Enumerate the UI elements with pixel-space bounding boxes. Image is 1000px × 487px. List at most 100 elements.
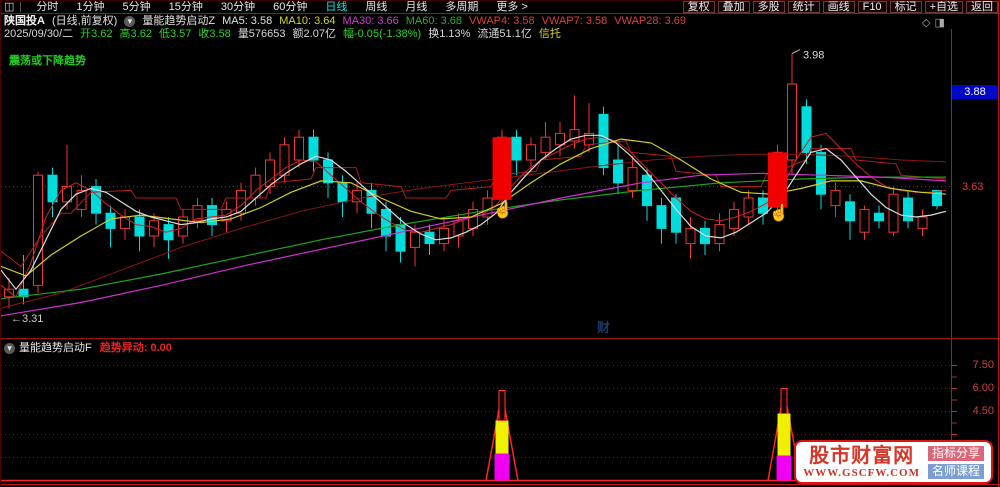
close-value: 收3.58: [198, 27, 231, 40]
low-value: 低3.57: [158, 27, 192, 40]
float-cap-value: 流通51.1亿: [477, 27, 532, 40]
candle-body: [816, 151, 826, 195]
panel2-axis-600: 6.00: [972, 382, 994, 394]
tab-multi-period[interactable]: 多周期: [445, 1, 478, 13]
add-watchlist-button[interactable]: +自选: [924, 1, 963, 13]
panel2-axis-750: 7.50: [972, 359, 994, 371]
candle-body: [671, 197, 681, 233]
site-watermark-card: 股市财富网 WWW.GSCFW.COM 指标分享 名师课程: [794, 440, 993, 484]
main-indicator-name[interactable]: 量能趋势启动Z: [142, 15, 215, 27]
candle-body: [787, 83, 797, 161]
overlay-button[interactable]: 叠加: [717, 1, 750, 13]
multi-stock-button[interactable]: 多股: [752, 1, 785, 13]
candle-body: [801, 106, 812, 153]
candle-body: [294, 136, 304, 161]
tab-monthly[interactable]: 月线: [405, 1, 427, 13]
vwap4-value: VWAP4: 3.58: [469, 14, 535, 27]
spike-bar-red: [498, 389, 506, 422]
buy-signal-block: [492, 137, 512, 200]
statistics-button[interactable]: 统计: [787, 1, 820, 13]
site-url: WWW.GSCFW.COM: [803, 467, 920, 479]
mini-icons: ◇◨: [922, 16, 949, 29]
tab-15min[interactable]: 15分钟: [169, 1, 203, 13]
half-square-icon[interactable]: ◨: [934, 17, 948, 29]
site-identity: 股市财富网 WWW.GSCFW.COM: [803, 445, 920, 479]
candle-body: [47, 174, 58, 203]
annotation-connector: [791, 49, 801, 55]
spike-bar-magenta: [776, 455, 792, 481]
candle-body: [4, 288, 14, 298]
candle-body: [859, 208, 870, 233]
hand-pointer-icon: ☝: [769, 205, 789, 222]
change-value: 幅-0.05(-1.38%): [342, 27, 422, 40]
candle-body: [511, 136, 522, 161]
tag-teacher-course: 名师课程: [927, 463, 984, 479]
candle-body: [598, 113, 609, 169]
trend-annotation: 震荡或下降趋势: [9, 55, 86, 67]
stock-title: 陕国投A: [4, 14, 45, 27]
candle-body: [540, 136, 551, 153]
right-toolbar: 复权 叠加 多股 统计 画线 F10 标记 +自选 返回: [680, 1, 998, 13]
open-value: 开3.62: [80, 27, 113, 40]
site-tags: 指标分享 名师课程: [927, 445, 984, 479]
indicator-collapse-icon[interactable]: ▾: [124, 15, 136, 27]
candlestick-chart: 3.98 ←3.31: [1, 49, 951, 325]
tag-indicator-share: 指标分享: [927, 445, 984, 461]
overlay-line-ma30: [1, 172, 947, 317]
period-toolbar: ◫ 分时 1分钟 5分钟 15分钟 30分钟 60分钟 日线 周线 月线 多周期…: [1, 1, 537, 13]
draw-line-button[interactable]: 画线: [822, 1, 855, 13]
stock-info-row: 陕国投A (日线,前复权) ▾ 量能趋势启动Z MA5: 3.58 MA10: …: [4, 15, 693, 27]
candle-body: [439, 227, 449, 245]
tab-more[interactable]: 更多 >: [496, 1, 527, 13]
candle-body: [830, 189, 841, 207]
overlay-line-ma60: [1, 176, 946, 300]
candle-body: [903, 197, 913, 222]
candle-body: [526, 144, 536, 161]
ma60-value: MA60: 3.68: [405, 14, 463, 27]
tdx-trading-window: ◫ 分时 1分钟 5分钟 15分钟 30分钟 60分钟 日线 周线 月线 多周期…: [0, 0, 1000, 487]
candle-body: [627, 167, 638, 191]
ma30-value: MA30: 3.66: [342, 14, 399, 27]
candle-body: [685, 227, 696, 245]
tab-30min[interactable]: 30分钟: [221, 1, 255, 13]
site-name: 股市财富网: [809, 445, 915, 467]
tab-minute-chart[interactable]: 分时: [36, 1, 58, 13]
panel2-axis-450: 4.50: [972, 405, 994, 417]
toolbar-divider: [20, 2, 22, 12]
tab-5min[interactable]: 5分钟: [123, 1, 151, 13]
candle-body: [714, 224, 725, 245]
buy-signal-block: [768, 152, 787, 208]
ma10-value: MA10: 3.64: [279, 14, 336, 27]
spike-bar-yellow: [495, 420, 509, 454]
tab-60min[interactable]: 60分钟: [273, 1, 307, 13]
tab-weekly[interactable]: 周线: [365, 1, 387, 13]
window-split-icon[interactable]: ◫: [4, 1, 14, 13]
annotation-high-price: 3.98: [803, 50, 824, 62]
candle-body: [381, 208, 391, 237]
axis-price-363: 3.63: [962, 181, 984, 193]
candle-body: [743, 197, 754, 218]
mark-button[interactable]: 标记: [889, 1, 922, 13]
spike-bar-yellow: [777, 413, 791, 456]
spike-bar-red: [780, 388, 788, 414]
candle-body: [917, 216, 928, 229]
candle-body: [656, 205, 667, 229]
return-button[interactable]: 返回: [966, 1, 998, 13]
f10-button[interactable]: F10: [857, 1, 887, 13]
main-chart-canvas[interactable]: 3.98 ←3.31: [1, 41, 951, 339]
turnover-value: 换1.13%: [428, 27, 471, 40]
candle-body: [120, 216, 130, 229]
candle-body: [845, 201, 855, 222]
restore-rights-button[interactable]: 复权: [682, 1, 715, 13]
tab-daily[interactable]: 日线: [325, 1, 347, 13]
tab-1min[interactable]: 1分钟: [76, 1, 104, 13]
diamond-icon[interactable]: ◇: [922, 17, 934, 29]
sector-label[interactable]: 信托: [539, 28, 561, 40]
daily-stats-row: 2025/09/30/二 开3.62 高3.62 低3.57 收3.58 量57…: [4, 28, 568, 40]
candle-body: [874, 212, 884, 222]
date-label: 2025/09/30/二: [4, 27, 74, 40]
period-label: (日线,前复权): [51, 14, 118, 27]
volume-value: 量576653: [237, 27, 286, 40]
spike-bar-magenta: [494, 453, 510, 481]
candle-body: [729, 208, 739, 229]
